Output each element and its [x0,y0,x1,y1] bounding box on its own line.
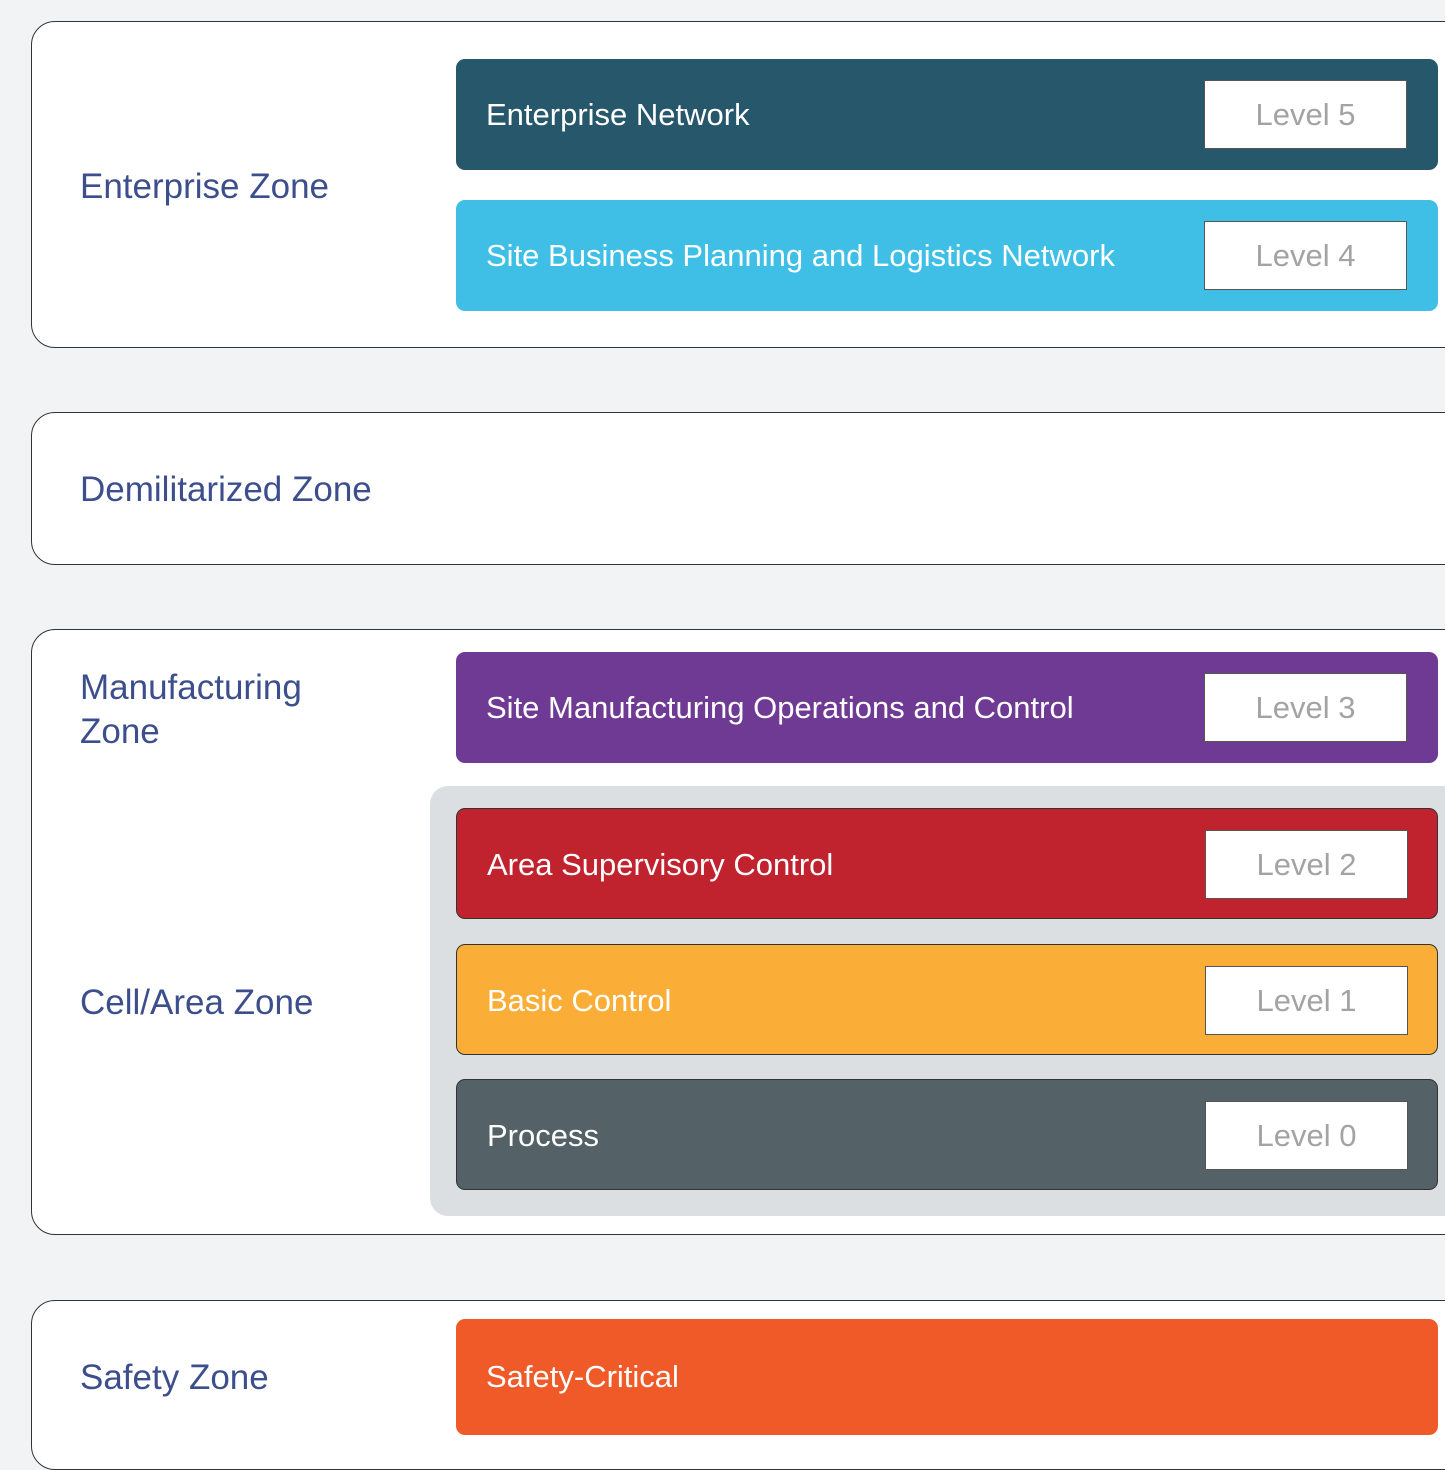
level-1-badge: Level 1 [1205,966,1408,1035]
safety-critical-name: Safety-Critical [486,1359,679,1394]
level-3-band[interactable]: Site Manufacturing Operations and Contro… [456,652,1438,763]
level-5-badge: Level 5 [1204,80,1407,149]
manufacturing-zone: Manufacturing Zone Cell/Area Zone Site M… [31,629,1445,1235]
safety-critical-band[interactable]: Safety-Critical [456,1319,1438,1435]
level-3-badge: Level 3 [1204,673,1407,742]
level-5-name: Enterprise Network [486,97,750,132]
safety-zone-label: Safety Zone [80,1358,269,1397]
level-1-band[interactable]: Basic Control Level 1 [456,944,1438,1055]
safety-zone: Safety Zone Safety-Critical [31,1300,1445,1470]
level-2-band[interactable]: Area Supervisory Control Level 2 [456,808,1438,919]
level-4-band[interactable]: Site Business Planning and Logistics Net… [456,200,1438,311]
level-5-band[interactable]: Enterprise Network Level 5 [456,59,1438,170]
enterprise-zone-label: Enterprise Zone [80,167,330,206]
level-0-badge: Level 0 [1205,1101,1408,1170]
level-2-badge: Level 2 [1205,830,1408,899]
level-4-badge: Level 4 [1204,221,1407,290]
level-0-name: Process [487,1118,599,1153]
level-3-name: Site Manufacturing Operations and Contro… [486,690,1074,725]
level-4-name: Site Business Planning and Logistics Net… [486,238,1115,273]
enterprise-zone: Enterprise Zone Enterprise Network Level… [31,21,1445,348]
level-0-band[interactable]: Process Level 0 [456,1079,1438,1190]
cell-area-zone-label: Cell/Area Zone [80,983,314,1022]
manufacturing-zone-label: Manufacturing Zone [80,668,302,751]
level-1-name: Basic Control [487,983,672,1018]
demilitarized-zone: Demilitarized Zone [31,412,1445,565]
demilitarized-zone-label: Demilitarized Zone [80,470,372,509]
level-2-name: Area Supervisory Control [487,847,834,882]
